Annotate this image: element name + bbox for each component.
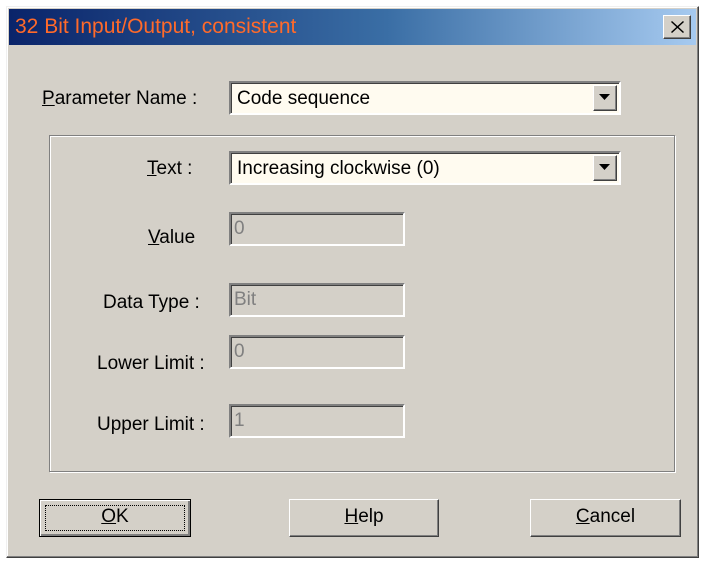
close-icon: [671, 21, 684, 33]
upper-limit-label: Upper Limit :: [97, 414, 205, 435]
parameter-name-dropdown[interactable]: Code sequence: [229, 81, 621, 115]
text-label: Text :: [147, 158, 193, 179]
chevron-down-icon: [599, 94, 610, 100]
cancel-button-label: Cancel: [575, 506, 636, 527]
ok-button[interactable]: OK: [39, 499, 191, 537]
ok-button-label: OK: [101, 506, 129, 527]
upper-limit-field: 1: [229, 404, 405, 438]
data-type-field: Bit: [229, 283, 405, 317]
parameter-name-value: Code sequence: [237, 88, 371, 109]
lower-limit-value: 0: [234, 341, 245, 362]
help-button[interactable]: Help: [289, 499, 439, 537]
text-dropdown-button[interactable]: [593, 155, 617, 181]
close-button[interactable]: [663, 15, 691, 39]
data-type-value: Bit: [234, 289, 257, 310]
value-label: Value: [148, 227, 196, 248]
lower-limit-field: 0: [229, 335, 405, 369]
value-field-value: 0: [234, 218, 245, 239]
help-button-label: Help: [344, 506, 384, 527]
upper-limit-value: 1: [234, 410, 245, 431]
lower-limit-label: Lower Limit :: [97, 353, 205, 374]
parameter-name-dropdown-button[interactable]: [593, 85, 617, 111]
value-field: 0: [229, 212, 405, 246]
chevron-down-icon: [599, 164, 610, 170]
cancel-button[interactable]: Cancel: [530, 499, 681, 537]
title-bar[interactable]: 32 Bit Input/Output, consistent: [9, 9, 696, 45]
data-type-label: Data Type :: [103, 292, 200, 313]
window-title: 32 Bit Input/Output, consistent: [15, 15, 297, 38]
text-dropdown[interactable]: Increasing clockwise (0): [229, 151, 621, 185]
dialog-window: 32 Bit Input/Output, consistent Paramete…: [6, 6, 699, 558]
parameter-name-label: Parameter Name :: [42, 88, 198, 109]
text-value: Increasing clockwise (0): [237, 158, 440, 179]
